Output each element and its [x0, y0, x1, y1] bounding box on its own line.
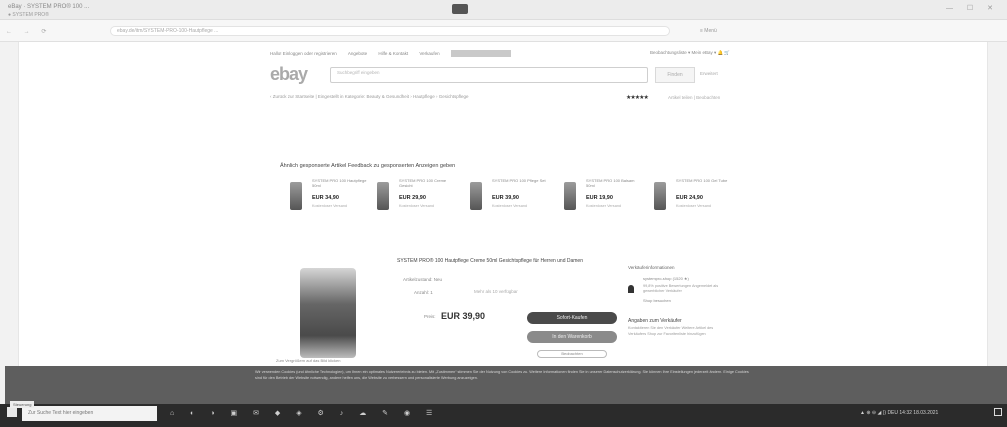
- product-price: EUR 39,90: [492, 195, 519, 201]
- item-title: SYSTEM PRO® 100 Hautpflege Creme 50ml Ge…: [397, 258, 583, 264]
- buy-now-button[interactable]: Sofort-Kaufen: [527, 312, 617, 324]
- condition-label: Artikelzustand: Neu: [403, 277, 443, 282]
- seller-info-title: Verkäuferinformationen: [628, 265, 675, 270]
- browser-tab[interactable]: eBay · SYSTEM PRO® 100 ...: [8, 4, 89, 10]
- url-input[interactable]: ebay.de/itm/SYSTEM-PRO-100-Hautpflege ..…: [110, 26, 670, 36]
- product-thumbnail[interactable]: [290, 182, 302, 210]
- sponsored-product[interactable]: SYSTEM PRO 100 Balsam 50ml EUR 19,90 Kos…: [556, 178, 646, 222]
- breadcrumb[interactable]: ‹ Zurück zur Startseite | Eingestellt in…: [270, 94, 469, 99]
- product-price: EUR 34,90: [312, 195, 339, 201]
- availability-note: Mehr als 10 verfügbar: [474, 289, 518, 294]
- sponsored-product[interactable]: SYSTEM PRO 100 Hautpflege 50ml EUR 34,90…: [282, 178, 372, 222]
- visit-shop-link[interactable]: Shop besuchen: [643, 298, 671, 303]
- rating-stars: ★★★★★: [626, 95, 649, 101]
- product-thumbnail[interactable]: [564, 182, 576, 210]
- seller-details: 99,8% positive Bewertungen Angemeldet al…: [643, 284, 719, 293]
- product-shipping: Kostenloser Versand: [312, 204, 348, 208]
- nav-buttons[interactable]: ← → ⟳: [6, 28, 51, 35]
- signin-link[interactable]: Hallo! Einloggen oder registrieren: [270, 51, 337, 56]
- product-name[interactable]: SYSTEM PRO 100 Balsam 50ml: [586, 178, 641, 188]
- advanced-search-link[interactable]: Erweitert: [700, 71, 718, 76]
- promo-banner[interactable]: [450, 50, 511, 57]
- product-price: EUR 24,90: [676, 195, 703, 201]
- taskbar-app-icons[interactable]: ⌂ ◐ ◑ ▣ ✉ ◆ ◈ ⚙ ♪ ☁ ✎ ◉ ☰: [170, 409, 439, 417]
- shop-title: Angaben zum Verkäufer: [628, 318, 682, 324]
- price-label: Preis:: [424, 314, 436, 319]
- sell-link[interactable]: Verkaufen: [419, 51, 439, 56]
- product-price: EUR 29,90: [399, 195, 426, 201]
- browser-tab-bar: eBay · SYSTEM PRO® 100 ... ● SYSTEM PRO®…: [0, 0, 1007, 20]
- main-product-image[interactable]: [300, 268, 356, 358]
- ebay-top-nav: Hallo! Einloggen oder registrieren Angeb…: [270, 50, 740, 57]
- product-name[interactable]: SYSTEM PRO 100 Gel Tube: [676, 178, 731, 183]
- product-price: EUR 19,90: [586, 195, 613, 201]
- sponsored-product[interactable]: SYSTEM PRO 100 Pflege Set EUR 39,90 Kost…: [462, 178, 552, 222]
- product-shipping: Kostenloser Versand: [399, 204, 435, 208]
- windows-start-icon[interactable]: [7, 407, 17, 417]
- product-shipping: Kostenloser Versand: [586, 204, 622, 208]
- ebay-logo[interactable]: ebay: [270, 64, 308, 85]
- product-thumbnail[interactable]: [377, 182, 389, 210]
- system-tray[interactable]: ▲ ⊕ ⊖ ◢ )) DEU 14:32 18.03.2021: [860, 410, 938, 416]
- address-bar-row: ← → ⟳ ebay.de/itm/SYSTEM-PRO-100-Hautpfl…: [0, 20, 1007, 42]
- quantity-field[interactable]: Anzahl: 1: [414, 290, 433, 295]
- browser-menu[interactable]: ≡ Menü: [700, 28, 717, 34]
- desktop-screen: eBay · SYSTEM PRO® 100 ... ● SYSTEM PRO®…: [0, 0, 1007, 427]
- camera-icon: [452, 4, 468, 14]
- sponsored-section-title: Ähnlich gesponserte Artikel Feedback zu …: [280, 163, 456, 169]
- window-controls[interactable]: — ☐ ✕: [946, 4, 999, 12]
- account-links[interactable]: Beobachtungsliste ▾ Mein eBay ▾ 🔔 🛒: [650, 50, 730, 56]
- deals-link[interactable]: Angebote: [348, 51, 367, 56]
- product-name[interactable]: SYSTEM PRO 100 Creme Gesicht: [399, 178, 454, 188]
- product-shipping: Kostenloser Versand: [492, 204, 528, 208]
- watch-button[interactable]: Beobachten: [537, 350, 607, 358]
- search-input[interactable]: Suchbegriff eingeben: [330, 67, 648, 83]
- taskbar-search-input[interactable]: Zur Suche Text hier eingeben: [22, 406, 157, 421]
- sponsored-product[interactable]: SYSTEM PRO 100 Creme Gesicht EUR 29,90 K…: [369, 178, 459, 222]
- image-caption[interactable]: Zum Vergrößern auf das Bild klicken: [276, 358, 340, 363]
- product-name[interactable]: SYSTEM PRO 100 Hautpflege 50ml: [312, 178, 367, 188]
- notification-icon[interactable]: [994, 408, 1002, 416]
- product-thumbnail[interactable]: [470, 182, 482, 210]
- sponsored-product[interactable]: SYSTEM PRO 100 Gel Tube EUR 24,90 Kosten…: [646, 178, 736, 222]
- shop-links[interactable]: Kontaktieren Sie den Verkäufer Weitere A…: [628, 326, 728, 337]
- shield-icon: [628, 285, 634, 293]
- help-link[interactable]: Hilfe & Kontakt: [378, 51, 408, 56]
- bookmark-item[interactable]: ● SYSTEM PRO®: [8, 12, 49, 18]
- product-shipping: Kostenloser Versand: [676, 204, 712, 208]
- seller-name[interactable]: systempro-shop (1520 ★): [643, 276, 689, 281]
- product-thumbnail[interactable]: [654, 182, 666, 210]
- search-button[interactable]: Finden: [655, 67, 695, 83]
- cookie-text: Wir verwenden Cookies (und ähnliche Tech…: [255, 370, 749, 380]
- product-name[interactable]: SYSTEM PRO 100 Pflege Set: [492, 178, 547, 183]
- share-watch-links[interactable]: Artikel teilen | Beobachten: [668, 95, 720, 100]
- item-price: EUR 39,90: [441, 311, 486, 321]
- add-to-cart-button[interactable]: In den Warenkorb: [527, 331, 617, 343]
- tooltip: Steuerung: [10, 401, 35, 408]
